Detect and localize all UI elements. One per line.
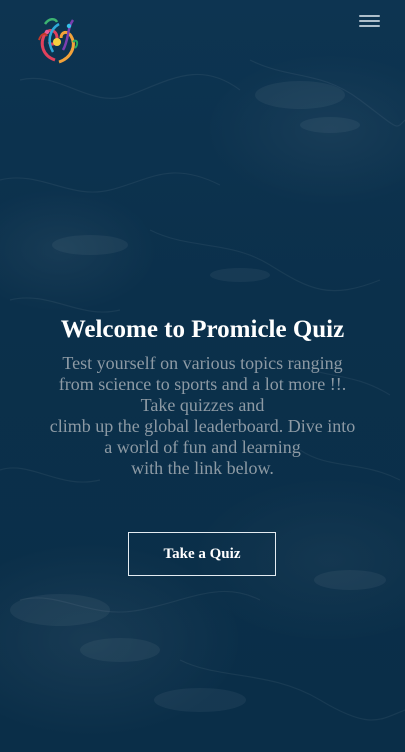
hero-description-line: from science to sports and a lot more !!… — [58, 374, 347, 394]
hamburger-menu-button[interactable] — [359, 13, 380, 29]
hero-description-line: Test yourself on various topics ranging — [62, 353, 343, 373]
colorful-paisley-logo-icon — [38, 18, 79, 64]
hero-description: Test yourself on various topics ranging … — [23, 353, 383, 479]
brand-logo[interactable] — [33, 12, 81, 66]
landing-page: Welcome to Promicle Quiz Test yourself o… — [0, 0, 405, 752]
hero-description-line: climb up the global leaderboard. Dive in… — [49, 416, 356, 436]
hamburger-menu-icon-bar — [359, 20, 380, 22]
hamburger-menu-icon-bar — [359, 25, 380, 27]
hero-description-line: Take quizzes and — [140, 395, 265, 415]
hero-title: Welcome to Promicle Quiz — [60, 316, 345, 343]
hero-section: Welcome to Promicle Quiz Test yourself o… — [0, 313, 405, 479]
take-a-quiz-button[interactable]: Take a Quiz — [128, 532, 276, 576]
hamburger-menu-icon-bar — [359, 15, 380, 17]
hero-description-line: a world of fun and learning — [104, 437, 301, 457]
hero-description-line: with the link below. — [131, 458, 274, 478]
